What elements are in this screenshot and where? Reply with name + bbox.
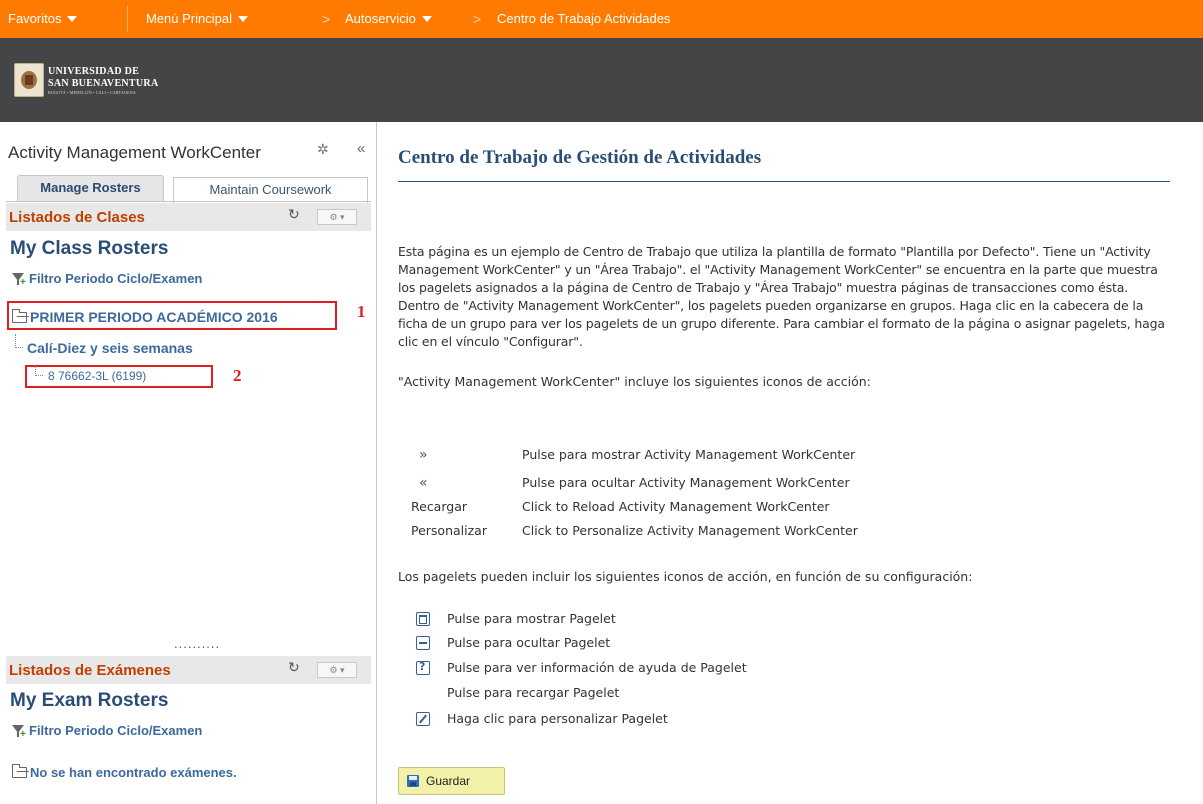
exam-rosters-pagelet-header[interactable]: Listados de Exámenes ↻ ⚙ ▾: [6, 656, 371, 684]
workcenter-panel: Activity Management WorkCenter ✲ « Manag…: [0, 122, 377, 804]
wc-icon-desc: Click to Reload Activity Management Work…: [522, 499, 830, 514]
favorites-label: Favoritos: [8, 11, 62, 26]
tab-divider: [6, 201, 371, 202]
breadcrumb-separator-icon: >: [473, 11, 482, 27]
floppy-disk-icon: [407, 775, 419, 787]
intro-paragraph: Esta página es un ejemplo de Centro de T…: [398, 244, 1165, 349]
save-button-label: Guardar: [426, 774, 471, 788]
workcenter-title: Activity Management WorkCenter: [8, 143, 261, 162]
chevron-down-icon: [421, 15, 432, 22]
minimize-icon: [416, 636, 430, 650]
annotation-marker-2: 2: [233, 366, 242, 385]
work-area: Centro de Trabajo de Gestión de Activida…: [378, 122, 1203, 804]
tree-item-session[interactable]: Calí-Diez y seis semanas: [27, 340, 193, 356]
filter-label: Filtro Periodo Ciclo/Examen: [29, 723, 203, 738]
tree-item-period[interactable]: PRIMER PERIODO ACADÉMICO 2016: [12, 308, 278, 325]
chevron-down-icon: [238, 15, 248, 22]
main-menu-label: Menú Principal: [146, 11, 232, 26]
filter-add-icon: +: [12, 724, 26, 739]
class-rosters-title: My Class Rosters: [10, 238, 169, 259]
main-menu[interactable]: Menú Principal: [146, 0, 248, 38]
open-folder-icon: [12, 308, 27, 323]
pagelet-icon-desc: Pulse para ver información de ayuda de P…: [447, 660, 747, 675]
self-service-menu[interactable]: Autoservicio: [345, 0, 432, 38]
top-navigation-bar: Favoritos Menú Principal > Autoservicio …: [0, 0, 1203, 38]
save-button[interactable]: Guardar: [398, 767, 505, 795]
pagelet-settings-button[interactable]: ⚙ ▾: [317, 209, 357, 225]
chevron-down-icon: [67, 15, 78, 22]
logo-line-1: Universidad de: [48, 65, 140, 77]
university-seal-icon: [14, 63, 44, 97]
pagelet-header-title: Listados de Exámenes: [9, 662, 171, 679]
tree-connector: [15, 334, 23, 348]
annotation-marker-1: 1: [357, 302, 366, 321]
filter-label: Filtro Periodo Ciclo/Examen: [29, 271, 203, 286]
tree-connector: [35, 366, 43, 376]
help-icon: [416, 660, 430, 675]
reload-label: Recargar: [411, 499, 467, 514]
exam-rosters-title: My Exam Rosters: [10, 690, 169, 711]
tab-maintain-coursework[interactable]: Maintain Coursework: [173, 177, 368, 203]
pagelet-icon-desc: Haga clic para personalizar Pagelet: [447, 711, 668, 726]
collapse-icon: «: [419, 475, 428, 491]
no-exams-label: No se han encontrado exámenes.: [30, 765, 237, 780]
open-folder-icon: [12, 764, 27, 778]
filter-add-icon: +: [12, 272, 26, 287]
refresh-icon[interactable]: ↻: [288, 659, 300, 676]
breadcrumb-current: Centro de Trabajo Actividades: [497, 11, 671, 26]
pagelet-settings-button[interactable]: ⚙ ▾: [317, 662, 357, 678]
breadcrumb-separator-icon: >: [322, 11, 331, 27]
favorites-menu[interactable]: Favoritos: [8, 0, 78, 38]
edit-icon: [416, 712, 430, 726]
logo-cities: Bogotá • Medellín • Cali • Cartagena: [48, 89, 136, 95]
collapse-panel-icon[interactable]: «: [357, 140, 365, 157]
gear-icon[interactable]: ✲: [317, 141, 329, 158]
wc-icon-desc: Pulse para mostrar Activity Management W…: [522, 447, 856, 462]
period-label: PRIMER PERIODO ACADÉMICO 2016: [30, 309, 278, 325]
wc-icon-desc: Pulse para ocultar Activity Management W…: [522, 475, 850, 490]
pagelet-header-title: Listados de Clases: [9, 209, 145, 226]
personalize-label: Personalizar: [411, 523, 487, 538]
expand-icon: »: [419, 447, 428, 463]
refresh-icon[interactable]: ↻: [288, 206, 300, 223]
title-divider: [398, 181, 1170, 182]
maximize-icon: [416, 612, 430, 626]
logo-line-2: San Buenaventura: [48, 77, 159, 89]
pagelet-icon-desc: Pulse para recargar Pagelet: [447, 685, 620, 700]
tab-manage-rosters[interactable]: Manage Rosters: [17, 175, 164, 201]
self-service-label: Autoservicio: [345, 11, 416, 26]
pagelet-splitter[interactable]: ..........: [174, 636, 220, 651]
no-exams-message: No se han encontrado exámenes.: [12, 764, 237, 780]
class-filter-link[interactable]: + Filtro Periodo Ciclo/Examen: [12, 271, 203, 287]
university-logo[interactable]: Universidad de San Buenaventura Bogotá •…: [14, 62, 158, 98]
header-banner: Universidad de San Buenaventura Bogotá •…: [0, 38, 1203, 122]
pagelet-icon-desc: Pulse para mostrar Pagelet: [447, 611, 616, 626]
pagelet-icons-intro: Los pagelets pueden incluir los siguient…: [398, 569, 973, 584]
pagelet-icon-desc: Pulse para ocultar Pagelet: [447, 635, 611, 650]
exam-filter-link[interactable]: + Filtro Periodo Ciclo/Examen: [12, 723, 203, 739]
nav-divider: [127, 6, 128, 32]
workcenter-icons-intro: "Activity Management WorkCenter" incluye…: [398, 374, 871, 389]
tree-item-course[interactable]: 8 76662-3L (6199): [48, 369, 146, 383]
wc-icon-desc: Click to Personalize Activity Management…: [522, 523, 858, 538]
page-title: Centro de Trabajo de Gestión de Activida…: [398, 147, 762, 168]
class-rosters-pagelet-header[interactable]: Listados de Clases ↻ ⚙ ▾: [6, 203, 371, 231]
